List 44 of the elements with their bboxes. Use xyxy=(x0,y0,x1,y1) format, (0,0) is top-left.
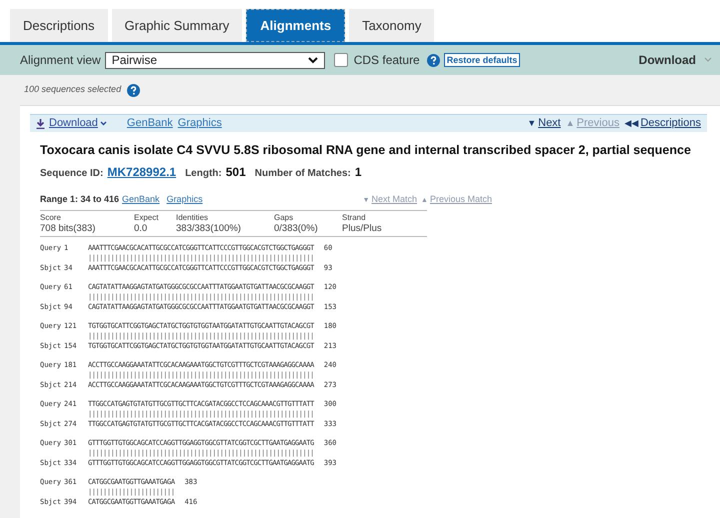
dropdown[interactable]: Pairwise xyxy=(104,52,325,68)
range-label: Range 1: 34 to 416 xyxy=(40,192,120,206)
link[interactable]: Graphics xyxy=(178,115,222,132)
link[interactable]: GenBank xyxy=(122,192,160,206)
arrow-icon: ◀◀ xyxy=(624,116,638,130)
checkbox-label: CDS feature xyxy=(354,52,420,69)
link[interactable]: GenBank xyxy=(126,115,173,132)
field-label: Alignment view xyxy=(20,52,101,69)
link[interactable]: Graphics xyxy=(166,192,203,206)
nav-link[interactable]: Next xyxy=(538,115,561,132)
tab[interactable]: Descriptions xyxy=(10,9,108,42)
download-menu[interactable]: Download xyxy=(638,51,696,69)
checkbox[interactable] xyxy=(334,53,348,67)
length-value: 501 xyxy=(226,164,246,181)
stat-value: Plus/Plus xyxy=(342,223,383,236)
selection-count: 100 sequences selected xyxy=(24,83,122,96)
tab[interactable]: Taxonomy xyxy=(349,9,434,42)
tab[interactable]: Alignments xyxy=(246,9,346,42)
help-icon[interactable] xyxy=(127,84,140,96)
stat-value: 0/383(0%) xyxy=(274,223,319,236)
download-link[interactable]: Download xyxy=(49,115,98,132)
sequence-title: Toxocara canis isolate C4 SVVU 5.8S ribosomal RNA gene and internal transcribed spacer 2, partial sequence xyxy=(40,142,692,159)
help-icon[interactable] xyxy=(426,54,440,66)
stat-value: 0.0 xyxy=(134,223,148,236)
tab[interactable]: Graphic Summary xyxy=(112,9,242,42)
column-header: Expect xyxy=(134,212,160,224)
field-label: Length: xyxy=(185,166,222,181)
arrow-icon: ▲ xyxy=(566,116,575,130)
column-header: Identities xyxy=(176,212,210,224)
field-label: Sequence ID: xyxy=(40,166,104,181)
sequence-id-link[interactable]: MK728992.1 xyxy=(107,162,176,181)
column-header: Gaps xyxy=(274,212,294,224)
restore-defaults-button[interactable]: Restore defaults xyxy=(444,53,520,67)
column-header: Score xyxy=(40,212,62,224)
stat-value: 708 bits(383) xyxy=(40,223,96,236)
nav-link[interactable]: Descriptions xyxy=(640,115,701,132)
download-icon[interactable] xyxy=(36,118,45,128)
matches-value: 1 xyxy=(354,164,362,181)
chevron-icon[interactable] xyxy=(100,121,107,126)
arrow-icon: ▼ xyxy=(527,116,536,130)
column-header: Strand xyxy=(342,212,367,224)
stat-value: 383/383(100%) xyxy=(176,223,242,236)
field-label: Number of Matches: xyxy=(254,166,351,181)
chevron-icon xyxy=(308,56,318,64)
